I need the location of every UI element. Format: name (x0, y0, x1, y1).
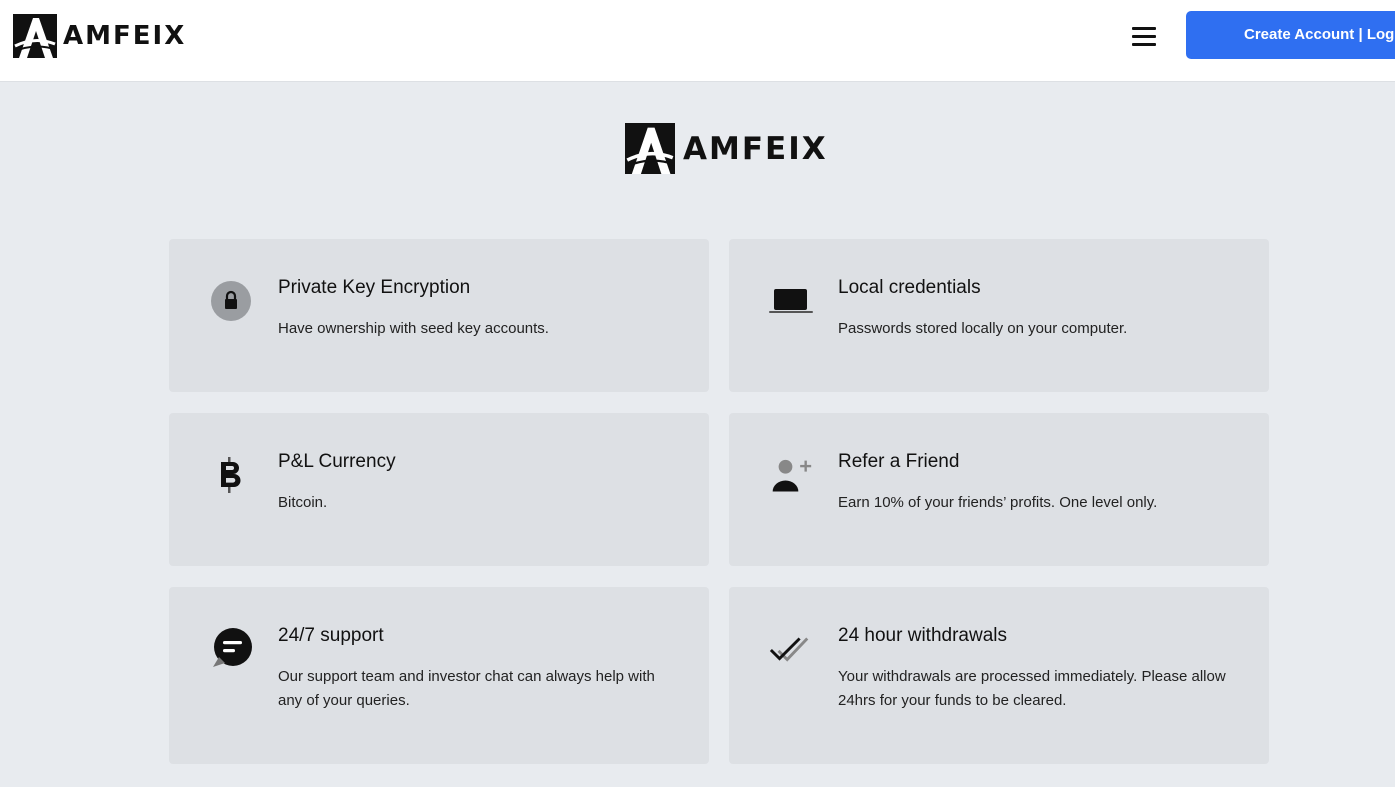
feature-card-local-credentials: Local credentials Passwords stored local… (729, 239, 1269, 392)
feature-description: Your withdrawals are processed immediate… (838, 668, 1226, 709)
feature-description: Bitcoin. (278, 494, 328, 511)
feature-title: P&L Currency (278, 451, 396, 472)
lock-icon (209, 279, 253, 323)
create-account-login-button[interactable]: Create Account | Log In (1186, 11, 1395, 59)
feature-title: 24 hour withdrawals (838, 625, 1007, 646)
add-user-icon (769, 453, 813, 497)
chat-bubble-icon (209, 627, 253, 671)
header-logo[interactable]: AMFEIX (13, 14, 186, 58)
feature-description: Passwords stored locally on your compute… (838, 320, 1128, 337)
feature-title: Refer a Friend (838, 451, 960, 472)
feature-title: Private Key Encryption (278, 277, 471, 298)
hero-logo-text: AMFEIX (683, 130, 828, 167)
feature-card-refer-friend: Refer a Friend Earn 10% of your friends’… (729, 413, 1269, 566)
feature-card-support: 24/7 support Our support team and invest… (169, 587, 709, 764)
top-navigation-bar: AMFEIX Create Account | Log In (0, 0, 1395, 82)
feature-description: Have ownership with seed key accounts. (278, 320, 549, 337)
feature-title: 24/7 support (278, 625, 384, 646)
laptop-icon (769, 279, 813, 323)
double-check-icon (769, 627, 813, 671)
hamburger-menu-icon[interactable] (1132, 24, 1162, 48)
amfeix-logo-mark-icon (625, 123, 675, 174)
feature-description: Our support team and investor chat can a… (278, 668, 655, 709)
header-logo-text: AMFEIX (63, 21, 187, 51)
feature-description: Earn 10% of your friends’ profits. One l… (838, 494, 1158, 511)
feature-card-private-key: Private Key Encryption Have ownership wi… (169, 239, 709, 392)
feature-card-pl-currency: P&L Currency Bitcoin. (169, 413, 709, 566)
feature-title: Local credentials (838, 277, 981, 298)
bitcoin-icon (209, 453, 253, 497)
hero-logo: AMFEIX (625, 123, 828, 174)
amfeix-logo-mark-icon (13, 14, 57, 58)
feature-card-withdrawals: 24 hour withdrawals Your withdrawals are… (729, 587, 1269, 764)
